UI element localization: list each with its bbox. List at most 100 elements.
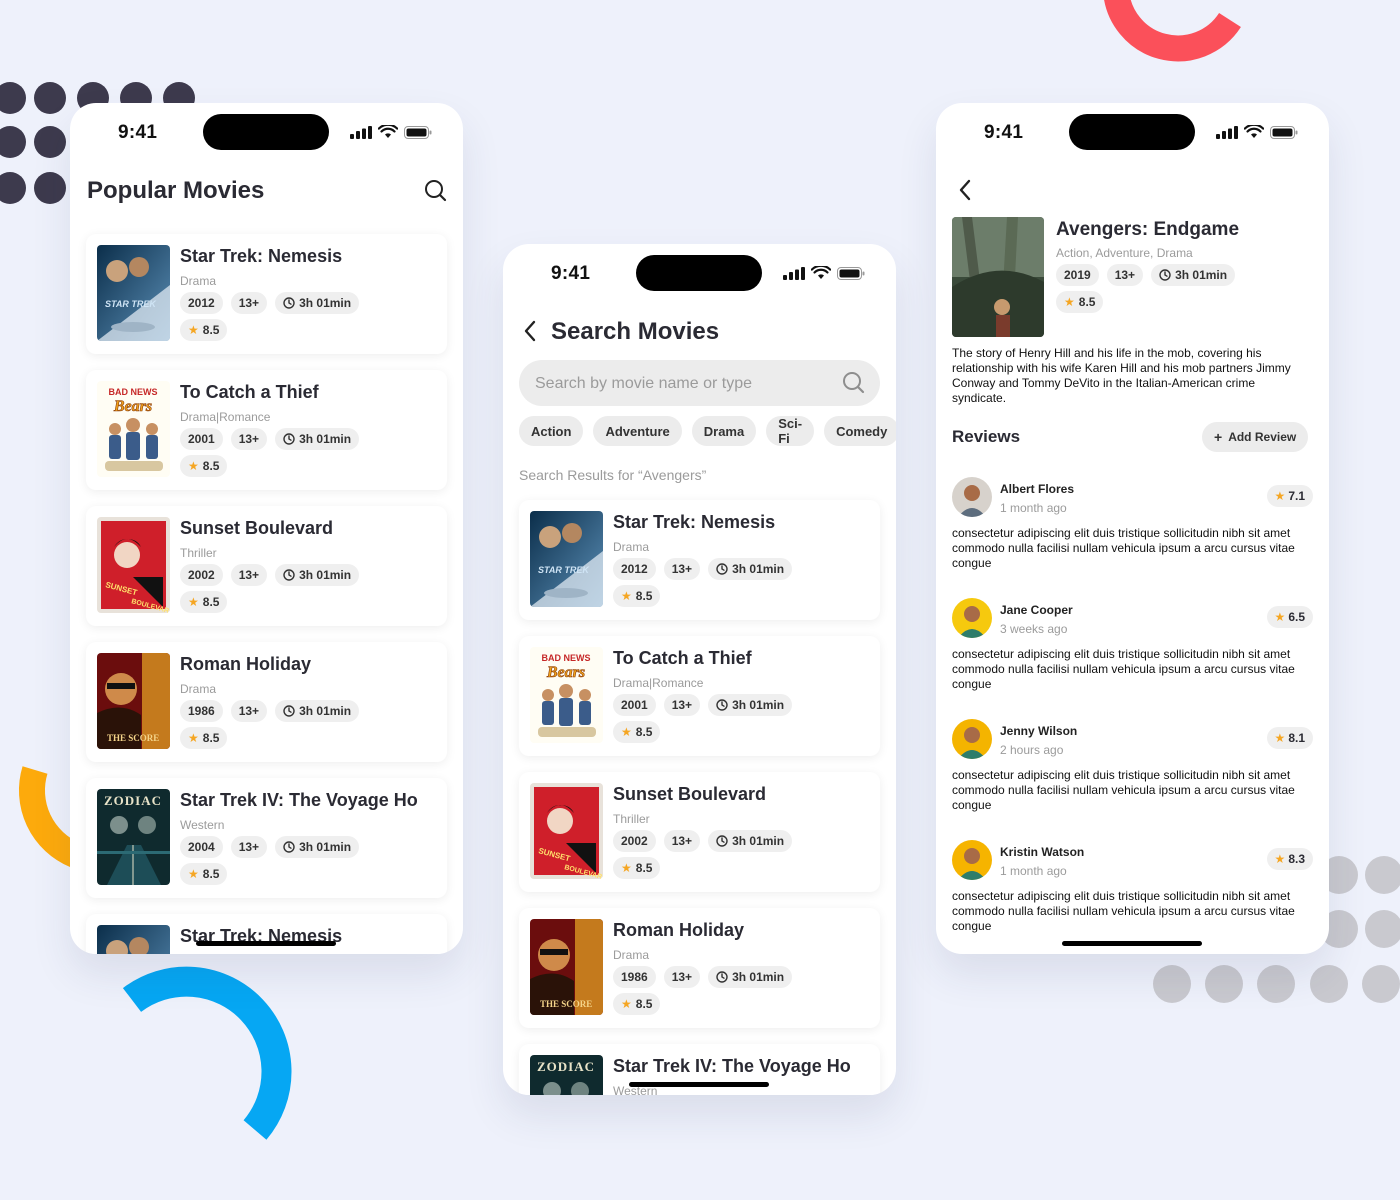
movie-title: To Catch a Thief [180, 382, 319, 402]
movie-card[interactable]: ZODIAC Star Trek IV: The Voyage Ho Wester… [519, 1044, 880, 1095]
star-icon: ★ [621, 725, 632, 739]
review-time: 1 month ago [1000, 501, 1067, 515]
svg-text:ZODIAC: ZODIAC [104, 793, 162, 808]
add-review-label: Add Review [1228, 430, 1297, 444]
movie-title: Sunset Boulevard [613, 784, 767, 804]
rating-value: 8.5 [1078, 295, 1096, 309]
wifi-icon [1244, 125, 1264, 138]
star-icon: ★ [188, 459, 199, 473]
review-text: consectetur adipiscing elit duis tristiq… [952, 768, 1295, 812]
movie-genres: Action, Adventure, Drama [1056, 246, 1193, 260]
star-icon: ★ [621, 997, 632, 1011]
clock-icon [283, 297, 295, 309]
filter-chip-comedy[interactable]: Comedy [824, 416, 896, 446]
status-bar: 9:41 [503, 244, 896, 300]
rating-value: 8.5 [202, 731, 220, 745]
star-icon: ★ [188, 595, 199, 609]
rating-value: 8.5 [635, 997, 653, 1011]
cellular-icon [350, 125, 372, 139]
duration-chip: 3h 01min [708, 558, 793, 580]
filter-chip-adventure[interactable]: Adventure [593, 416, 682, 446]
movie-poster: BAD NEWS Bears [97, 381, 170, 477]
movie-card[interactable]: BAD NEWS Bears To Catch a Thief Drama|Roma… [519, 636, 880, 756]
status-bar: 9:41 [936, 103, 1329, 159]
movie-card[interactable]: SUNSET BOULEVARD Sunset Boulevard Thriller… [519, 772, 880, 892]
rating-value: 8.5 [202, 595, 220, 609]
rating-value: 8.5 [202, 867, 220, 881]
movie-title: Roman Holiday [613, 920, 745, 940]
review-score: 7.1 [1288, 489, 1305, 503]
movie-title: Star Trek: Nemesis [613, 512, 776, 532]
clock-icon [283, 433, 295, 445]
clock-icon [716, 699, 728, 711]
back-chevron-icon[interactable] [954, 177, 976, 203]
year-chip: 2001 [180, 428, 223, 450]
duration-label: 3h 01min [299, 568, 352, 582]
movie-card[interactable]: STAR TREK Star Trek: Nemesis Drama 2012 1… [519, 500, 880, 620]
movie-title: Star Trek: Nemesis [180, 246, 343, 266]
movie-genre: Thriller [180, 546, 217, 560]
home-indicator [629, 1082, 769, 1087]
rating-chip: ★ 8.5 [180, 727, 228, 749]
movie-card[interactable]: STAR TREK Star Trek: Nemesis [86, 914, 447, 954]
star-icon: ★ [1274, 610, 1286, 624]
avatar [952, 840, 992, 880]
duration-label: 3h 01min [299, 840, 352, 854]
review-time: 3 weeks ago [1000, 622, 1068, 636]
movie-card[interactable]: BAD NEWS Bears To Catch a Thief Drama|Roma… [86, 370, 447, 490]
svg-text:THE SCORE: THE SCORE [540, 999, 592, 1009]
duration-chip: 3h 01min [708, 830, 793, 852]
filter-chip-sci-fi[interactable]: Sci-Fi [766, 416, 815, 446]
movie-poster [952, 217, 1044, 337]
wifi-icon [378, 125, 398, 138]
review-text: consectetur adipiscing elit duis tristiq… [952, 526, 1295, 570]
back-chevron-icon[interactable] [519, 318, 541, 344]
home-indicator [1062, 941, 1202, 946]
movie-poster: SUNSET BOULEVARD [97, 517, 170, 613]
search-icon[interactable] [422, 177, 450, 205]
filter-chip-action[interactable]: Action [519, 416, 584, 446]
movie-card[interactable]: THE SCORE Roman Holiday Drama 1986 13+ 3h… [519, 908, 880, 1028]
movie-card[interactable]: SUNSET BOULEVARD Sunset Boulevard Thriller… [86, 506, 447, 626]
reviewer-name: Jane Cooper [1000, 603, 1073, 617]
svg-text:ZODIAC: ZODIAC [537, 1059, 595, 1074]
status-bar: 9:41 [70, 103, 463, 159]
wifi-icon [811, 266, 831, 279]
year-chip: 2002 [613, 830, 656, 852]
review-score: 8.1 [1288, 731, 1305, 745]
age-rating-chip: 13+ [230, 428, 268, 450]
reviews-heading: Reviews [952, 427, 1021, 446]
year-chip: 2002 [180, 564, 223, 586]
plus-icon: + [1214, 429, 1223, 445]
rating-chip: ★ 8.5 [180, 455, 228, 477]
movie-title: Star Trek IV: The Voyage Ho [180, 790, 418, 810]
svg-text:Bears: Bears [113, 398, 152, 415]
movie-title: Star Trek IV: The Voyage Ho [613, 1056, 851, 1076]
movie-poster: BAD NEWS Bears [530, 647, 603, 743]
dynamic-island [636, 255, 762, 291]
svg-text:BAD NEWS: BAD NEWS [542, 653, 591, 663]
movie-card[interactable]: THE SCORE Roman Holiday Drama 1986 13+ 3h… [86, 642, 447, 762]
movie-genre: Drama [180, 682, 217, 696]
blue-arc-decoration [122, 966, 292, 1140]
star-icon: ★ [1274, 731, 1286, 745]
movie-title: To Catch a Thief [613, 648, 752, 668]
add-review-button[interactable]: + Add Review [1202, 422, 1309, 452]
filter-chip-drama[interactable]: Drama [691, 416, 757, 446]
movie-card[interactable]: ZODIAC Star Trek IV: The Voyage Ho Wester… [86, 778, 447, 898]
clock-icon [716, 563, 728, 575]
age-rating-chip: 13+ [230, 700, 268, 722]
clock-icon [1159, 269, 1171, 281]
rating-value: 8.5 [202, 459, 220, 473]
search-input[interactable]: Search by movie name or type [519, 360, 880, 406]
year-chip: 2004 [180, 836, 223, 858]
movie-genre: Drama|Romance [613, 676, 704, 690]
duration-label: 3h 01min [299, 432, 352, 446]
clock-icon [716, 835, 728, 847]
movie-card[interactable]: STAR TREK Star Trek: Nemesis Drama 2012 1… [86, 234, 447, 354]
review-score-chip: ★ 8.1 [1266, 727, 1313, 749]
status-time: 9:41 [984, 122, 1024, 143]
reviewer-name: Kristin Watson [1000, 845, 1085, 859]
dynamic-island [203, 114, 329, 150]
rating-chip: ★ 8.5 [613, 857, 661, 879]
